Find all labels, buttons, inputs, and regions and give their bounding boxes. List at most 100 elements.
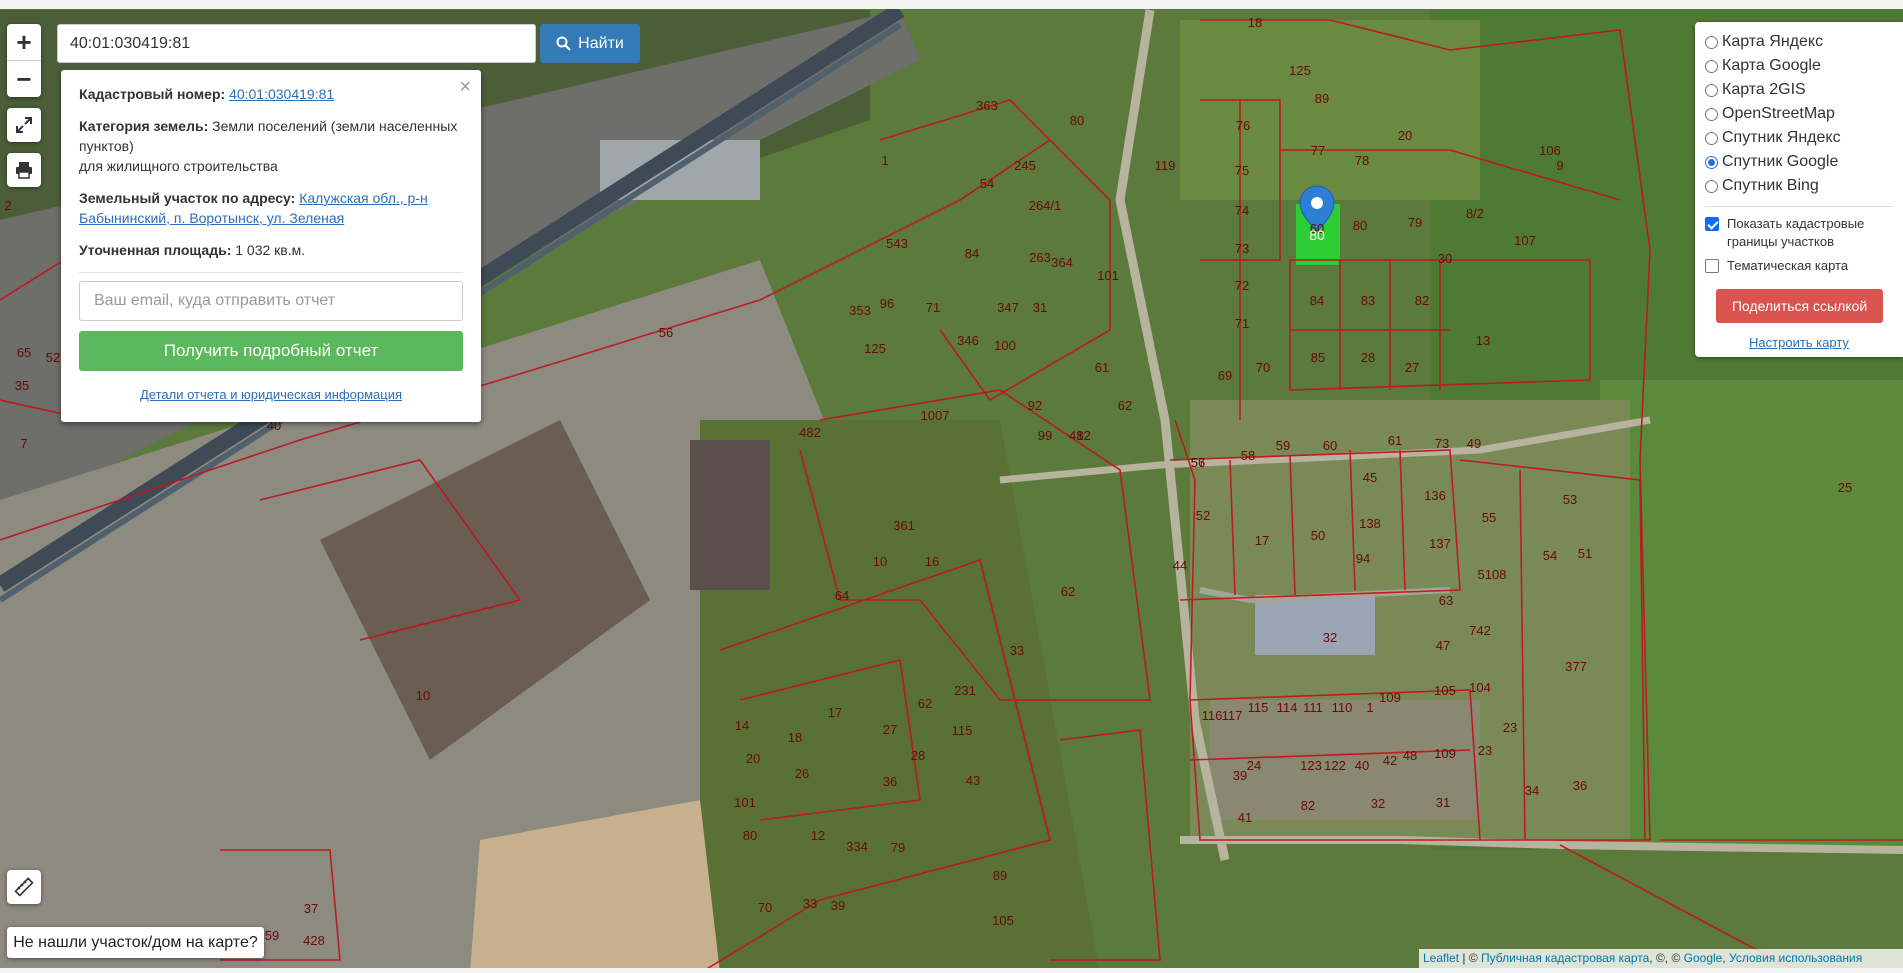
thematic-map-checkbox[interactable]	[1705, 259, 1719, 273]
parcel-number-label: 35	[15, 378, 29, 393]
parcel-number-label: 80	[743, 828, 757, 843]
parcel-number-label: 51	[1578, 546, 1592, 561]
bottom-border	[0, 968, 1903, 973]
layer-radio[interactable]	[1705, 131, 1718, 145]
search-button-label: Найти	[578, 34, 624, 52]
parcel-number-label: 36	[1573, 778, 1587, 793]
parcel-number-label: 543	[886, 236, 908, 251]
parcel-number-label: 115	[952, 723, 973, 738]
layer-option[interactable]: Спутник Google	[1705, 150, 1893, 174]
close-popup-button[interactable]: ×	[459, 76, 471, 99]
configure-map-link[interactable]: Настроить карту	[1749, 335, 1849, 350]
parcel-number-label: 82	[1301, 798, 1315, 813]
parcel-number-label: 27	[883, 722, 897, 737]
parcel-number-label: 482	[799, 425, 821, 440]
layer-option[interactable]: OpenStreetMap	[1705, 102, 1893, 126]
configure-map-row: Настроить карту	[1705, 335, 1893, 350]
parcel-number-label: 62	[1118, 398, 1132, 413]
parcel-number-label: 122	[1324, 758, 1346, 773]
layer-option[interactable]: Карта Яндекс	[1705, 30, 1893, 54]
get-report-button[interactable]: Получить подробный отчет	[79, 331, 463, 371]
attribution-separator: ,	[1722, 951, 1730, 965]
parcel-number-label: 85	[1311, 350, 1325, 365]
show-boundaries-label: Показать кадастровые границы участков	[1727, 216, 1865, 249]
parcel-number-label: 31	[1033, 300, 1047, 315]
divider	[1705, 206, 1893, 207]
fullscreen-button[interactable]	[7, 108, 41, 142]
layer-option-label: Спутник Bing	[1722, 177, 1819, 194]
parcel-number-label: 31	[1436, 795, 1450, 810]
parcel-number-label: 13	[1476, 333, 1490, 348]
parcel-number-label: 107	[1514, 233, 1536, 248]
parcel-number-label: 263	[1029, 250, 1051, 265]
parcel-number-label: 114	[1277, 700, 1298, 715]
parcel-number-label: 100	[994, 338, 1016, 353]
email-field[interactable]: Ваш email, куда отправить отчет	[79, 281, 463, 321]
layer-option-label: Карта 2GIS	[1722, 81, 1806, 98]
zoom-out-button[interactable]: −	[7, 60, 41, 97]
address-row: Земельный участок по адресу: Калужская о…	[79, 188, 463, 228]
parcel-number-label: 45	[1363, 470, 1377, 485]
search-button[interactable]: Найти	[540, 24, 640, 63]
cadastral-number-link[interactable]: 40:01:030419:81	[229, 86, 334, 102]
parcel-number-label: 34	[1525, 783, 1539, 798]
search-icon	[556, 36, 571, 51]
layer-switcher: Карта Яндекс Карта Google Карта 2GIS OpenSt…	[1695, 22, 1903, 357]
parcel-number-label: 73	[1435, 436, 1449, 451]
parcel-number-label: 89	[993, 868, 1007, 883]
parcel-number-label: 63	[1439, 593, 1453, 608]
parcel-number-label: 59	[1276, 438, 1290, 453]
terms-link[interactable]: Условия использования	[1729, 951, 1862, 965]
map-attribution: Leaflet | © Публичная кадастровая карта,…	[1419, 949, 1903, 968]
show-boundaries-option[interactable]: Показать кадастровые границы участков	[1705, 215, 1893, 251]
zoom-in-button[interactable]: +	[7, 24, 41, 60]
layer-radio[interactable]	[1705, 107, 1718, 121]
parcel-number-label: 361	[893, 518, 915, 533]
layer-option[interactable]: Карта 2GIS	[1705, 78, 1893, 102]
address-label: Земельный участок по адресу:	[79, 190, 296, 206]
pkk-link[interactable]: Публичная кадастровая карта	[1481, 951, 1649, 965]
divider	[79, 272, 463, 273]
parcel-number-label: 1	[881, 153, 888, 168]
parcel-number-label: 39	[1233, 768, 1247, 783]
parcel-number-label: 742	[1469, 623, 1491, 638]
share-link-button[interactable]: Поделиться ссылкой	[1716, 289, 1883, 323]
parcel-number-label: 428	[303, 933, 325, 948]
not-found-button[interactable]: Не нашли участок/дом на карте?	[7, 927, 264, 958]
cadastral-search-input[interactable]: 40:01:030419:81	[57, 24, 536, 63]
parcel-number-label: 84	[965, 246, 979, 261]
parcel-number-label: 50	[1311, 528, 1325, 543]
parcel-number-label: 101	[734, 795, 756, 810]
parcel-number-label: 73	[1235, 241, 1249, 256]
parcel-number-label: 23	[1503, 720, 1517, 735]
layer-option[interactable]: Спутник Яндекс	[1705, 126, 1893, 150]
layer-radio[interactable]	[1705, 35, 1718, 49]
parcel-number-label: 84	[1310, 293, 1324, 308]
parcel-number-label: 36	[883, 774, 897, 789]
layer-option[interactable]: Карта Google	[1705, 54, 1893, 78]
layer-option[interactable]: Спутник Bing	[1705, 174, 1893, 198]
layer-radio[interactable]	[1705, 179, 1718, 193]
ruler-button[interactable]	[7, 870, 41, 904]
parcel-number-label: 54	[980, 176, 994, 191]
parcel-number-label: 26	[795, 766, 809, 781]
layer-radio[interactable]	[1705, 83, 1718, 97]
print-button[interactable]	[7, 153, 41, 187]
parcel-number-label: 74	[1235, 203, 1249, 218]
parcel-number-label: 80	[1353, 218, 1367, 233]
parcel-number-label: 75	[1235, 163, 1249, 178]
parcel-number-label: 64	[835, 588, 849, 603]
parcel-number-label: 7	[20, 436, 27, 451]
layer-radio[interactable]	[1705, 155, 1718, 169]
ruler-icon	[14, 877, 34, 897]
parcel-number-label: 77	[1311, 143, 1325, 158]
parcel-number-label: 111	[1303, 700, 1323, 715]
parcel-number-label: 363	[976, 98, 998, 113]
parcel-number-label: 119	[1155, 158, 1176, 173]
layer-radio[interactable]	[1705, 59, 1718, 73]
thematic-map-option[interactable]: Тематическая карта	[1705, 257, 1893, 275]
show-boundaries-checkbox[interactable]	[1705, 217, 1719, 231]
google-link[interactable]: Google	[1684, 951, 1723, 965]
leaflet-link[interactable]: Leaflet	[1423, 951, 1459, 965]
report-details-link[interactable]: Детали отчета и юридическая информация	[140, 387, 402, 402]
